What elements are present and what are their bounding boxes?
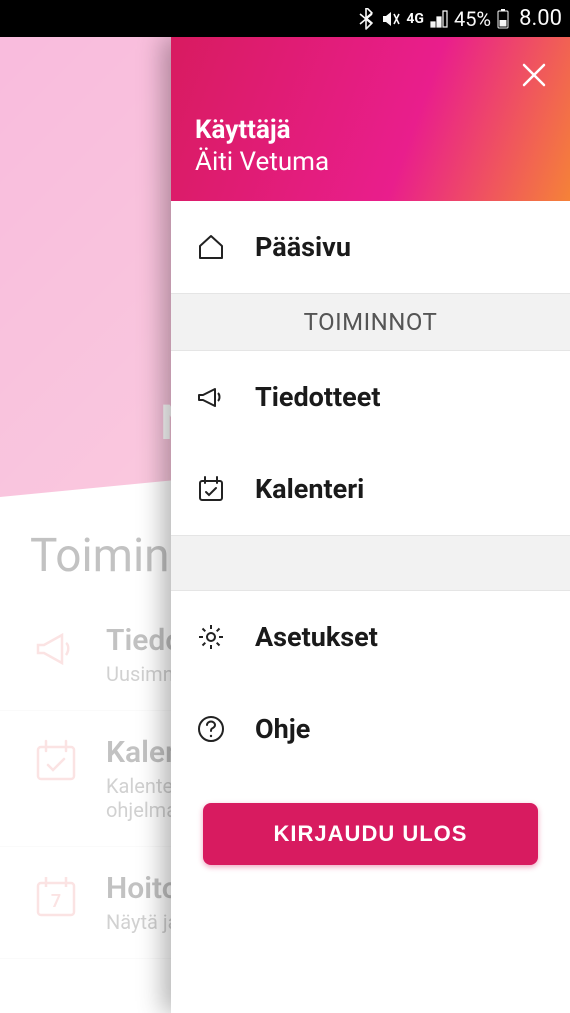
section-functions: TOIMINNOT — [171, 293, 570, 351]
help-icon — [195, 713, 227, 745]
menu-label: Asetukset — [255, 621, 378, 653]
menu-home[interactable]: Pääsivu — [171, 201, 570, 293]
megaphone-icon — [195, 381, 227, 413]
close-icon — [520, 61, 548, 89]
menu-announcements[interactable]: Tiedotteet — [171, 351, 570, 443]
mute-icon — [380, 9, 400, 29]
menu-settings[interactable]: Asetukset — [171, 591, 570, 683]
section-divider — [171, 535, 570, 591]
menu-label: Pääsivu — [255, 231, 351, 263]
menu-help[interactable]: Ohje — [171, 683, 570, 775]
clock: 8.00 — [519, 6, 562, 31]
status-bar: 4G 45% 8.00 — [0, 0, 570, 37]
gear-icon — [195, 621, 227, 653]
side-drawer: Käyttäjä Äiti Vetuma Pääsivu TOIMINNOT T… — [171, 37, 570, 1013]
home-icon — [195, 231, 227, 263]
drawer-header: Käyttäjä Äiti Vetuma — [171, 37, 570, 201]
bluetooth-icon — [358, 8, 374, 30]
menu-label: Kalenteri — [255, 473, 364, 505]
signal-icon — [430, 10, 448, 28]
drawer-body: Pääsivu TOIMINNOT Tiedotteet Kalenteri A… — [171, 201, 570, 1013]
logout-button[interactable]: KIRJAUDU ULOS — [203, 803, 538, 865]
user-name: Äiti Vetuma — [195, 147, 546, 177]
calendar-check-icon — [195, 473, 227, 505]
battery-percent: 45% — [454, 7, 491, 31]
menu-label: Ohje — [255, 713, 310, 745]
menu-label: Tiedotteet — [255, 381, 380, 413]
user-label: Käyttäjä — [195, 115, 546, 145]
battery-icon — [497, 9, 509, 29]
close-button[interactable] — [516, 57, 552, 93]
menu-calendar[interactable]: Kalenteri — [171, 443, 570, 535]
network-type: 4G — [406, 11, 424, 27]
